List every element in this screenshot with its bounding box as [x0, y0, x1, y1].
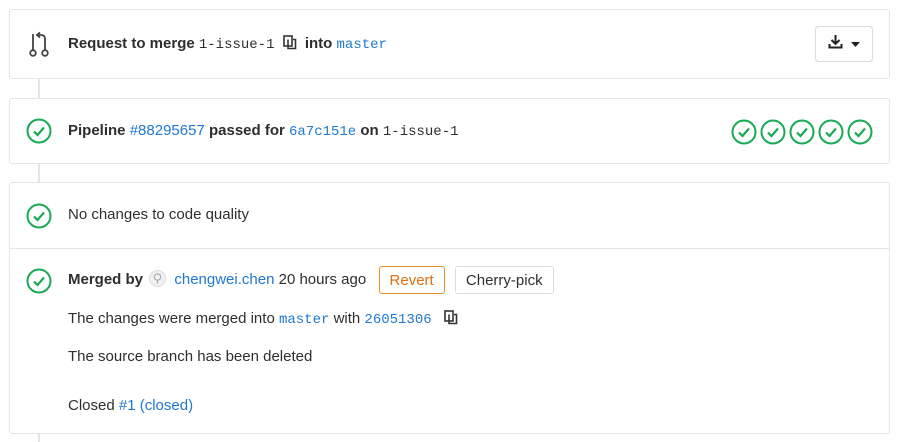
status-success-icon[interactable] — [26, 118, 52, 144]
merged-time: 20 hours ago — [278, 271, 367, 288]
user-link[interactable]: chengwei.chen — [174, 271, 274, 288]
merge-request-title: Request to merge 1-issue-1 into master — [68, 34, 387, 56]
pipeline-id-link[interactable]: #88295657 — [130, 122, 205, 139]
status-success-icon — [26, 268, 52, 294]
pipeline-status-text: Pipeline #88295657 passed for 6a7c151e o… — [68, 121, 459, 142]
merged-by-row: Merged by chengwei.chen 20 hours ago Rev… — [68, 266, 554, 295]
copy-icon[interactable] — [444, 310, 458, 331]
closed-issues-text: Closed #1 (closed) — [68, 396, 193, 416]
pipeline-stages — [731, 119, 873, 145]
stage-success-icon[interactable] — [760, 119, 786, 145]
stage-success-icon[interactable] — [818, 119, 844, 145]
stage-success-icon[interactable] — [731, 119, 757, 145]
download-dropdown-button[interactable] — [815, 26, 873, 62]
cherry-pick-button[interactable]: Cherry-pick — [454, 266, 554, 295]
chevron-down-icon — [851, 35, 860, 53]
revert-button[interactable]: Revert — [378, 266, 445, 295]
merge-request-prefix: Request to merge — [68, 35, 195, 52]
merge-widget: No changes to code quality Merged by che… — [9, 182, 890, 434]
closed-prefix: Closed — [68, 397, 115, 414]
merged-into-text: The changes were merged into master with… — [68, 309, 462, 331]
on-label: on — [360, 122, 379, 139]
pipeline-widget: Pipeline #88295657 passed for 6a7c151e o… — [9, 98, 890, 164]
source-deleted-text: The source branch has been deleted — [68, 348, 313, 365]
merged-into-prefix: The changes were merged into — [68, 310, 275, 327]
timeline-rail — [38, 434, 40, 442]
source-branch: 1-issue-1 — [198, 37, 275, 53]
into-label: into — [304, 35, 333, 52]
pipeline-branch: 1-issue-1 — [382, 124, 459, 140]
avatar[interactable] — [149, 269, 167, 287]
code-quality-text: No changes to code quality — [68, 206, 249, 223]
merged-target-branch-link[interactable]: master — [279, 312, 329, 328]
passed-for-label: passed for — [208, 122, 285, 139]
merged-by-label: Merged by — [68, 271, 144, 288]
merge-request-icon — [26, 31, 52, 57]
download-icon — [828, 34, 843, 54]
timeline-rail — [38, 79, 40, 99]
status-success-icon — [26, 203, 52, 229]
stage-success-icon[interactable] — [847, 119, 873, 145]
with-label: with — [333, 310, 361, 327]
target-branch-link[interactable]: master — [337, 37, 387, 53]
pipeline-label: Pipeline — [68, 122, 126, 139]
closed-issue-link[interactable]: #1 (closed) — [119, 397, 193, 414]
timeline-rail — [38, 163, 40, 182]
merge-commit-link[interactable]: 26051306 — [364, 312, 431, 328]
merge-request-header: Request to merge 1-issue-1 into master — [9, 9, 890, 79]
stage-success-icon[interactable] — [789, 119, 815, 145]
divider — [10, 248, 889, 249]
copy-icon[interactable] — [282, 35, 297, 56]
commit-link[interactable]: 6a7c151e — [289, 124, 356, 140]
